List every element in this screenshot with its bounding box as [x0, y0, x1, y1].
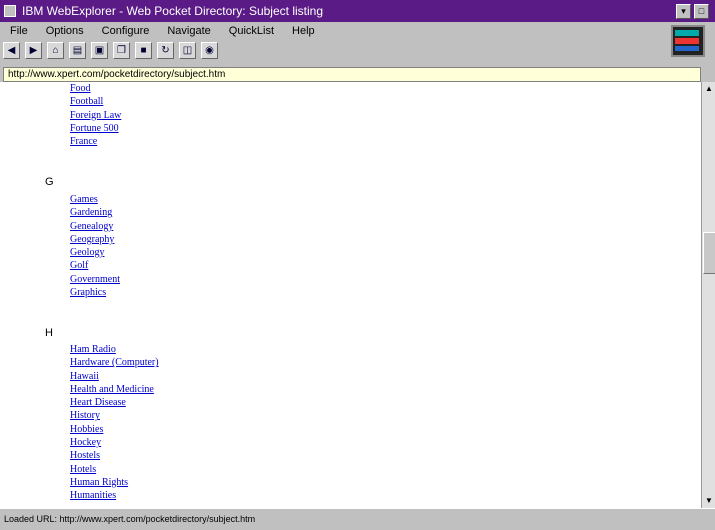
link-list-g: Games Gardening Genealogy Geography Geol… — [70, 193, 120, 299]
subject-link[interactable]: Human Rights — [70, 476, 159, 489]
toolbar: ◀ ▶ ⌂ ▤ ▣ ❐ ■ ↻ ◫ ◉ — [0, 39, 715, 61]
load-icon[interactable]: ◉ — [201, 41, 218, 59]
menu-navigate[interactable]: Navigate — [167, 25, 210, 37]
section-letter-g: G — [45, 176, 54, 188]
subject-link[interactable]: Food — [70, 82, 121, 95]
home-icon[interactable]: ⌂ — [47, 41, 64, 59]
subject-link[interactable]: Hawaii — [70, 370, 159, 383]
link-list-f: Food Football Foreign Law Fortune 500 Fr… — [70, 82, 121, 148]
subject-link[interactable]: Hobbies — [70, 423, 159, 436]
status-bar: Loaded URL: http://www.xpert.com/pocketd… — [0, 508, 715, 530]
subject-link[interactable]: Genealogy — [70, 220, 120, 233]
print-icon[interactable]: ▣ — [91, 41, 108, 59]
subject-link[interactable]: History — [70, 409, 159, 422]
back-icon[interactable]: ◀ — [3, 41, 20, 59]
menu-quicklist[interactable]: QuickList — [229, 25, 274, 37]
subject-link[interactable]: Gardening — [70, 206, 120, 219]
menu-file[interactable]: File — [10, 25, 28, 37]
bookmark-icon[interactable]: ▤ — [69, 41, 86, 59]
menu-bar: File Options Configure Navigate QuickLis… — [0, 22, 715, 39]
subject-link[interactable]: Hardware (Computer) — [70, 356, 159, 369]
subject-link[interactable]: Hotels — [70, 463, 159, 476]
window-title: IBM WebExplorer - Web Pocket Directory: … — [22, 4, 323, 18]
subject-link[interactable]: Games — [70, 193, 120, 206]
subject-link[interactable]: Foreign Law — [70, 109, 121, 122]
subject-link[interactable]: Health and Medicine — [70, 383, 159, 396]
subject-link[interactable]: Humanities — [70, 489, 159, 502]
browser-logo-icon — [671, 25, 705, 57]
section-letter-h: H — [45, 327, 53, 339]
subject-link[interactable]: Ham Radio — [70, 343, 159, 356]
title-bar: IBM WebExplorer - Web Pocket Directory: … — [0, 0, 715, 22]
menu-help[interactable]: Help — [292, 25, 315, 37]
scroll-up-icon[interactable]: ▲ — [702, 82, 715, 96]
page-content: Food Football Foreign Law Fortune 500 Fr… — [0, 82, 701, 508]
forward-icon[interactable]: ▶ — [25, 41, 42, 59]
menu-configure[interactable]: Configure — [102, 25, 150, 37]
subject-link[interactable]: France — [70, 135, 121, 148]
subject-link[interactable]: Geography — [70, 233, 120, 246]
subject-link[interactable]: Golf — [70, 259, 120, 272]
clone-icon[interactable]: ◫ — [179, 41, 196, 59]
system-menu-icon[interactable] — [4, 5, 16, 17]
subject-link[interactable]: Hostels — [70, 449, 159, 462]
subject-link[interactable]: Geology — [70, 246, 120, 259]
stop-icon[interactable]: ■ — [135, 41, 152, 59]
subject-link[interactable]: Fortune 500 — [70, 122, 121, 135]
subject-link[interactable]: Football — [70, 95, 121, 108]
subject-link[interactable]: Heart Disease — [70, 396, 159, 409]
scroll-thumb[interactable] — [703, 232, 715, 274]
subject-link[interactable]: Graphics — [70, 286, 120, 299]
maximize-button[interactable]: □ — [694, 3, 709, 19]
subject-link[interactable]: Hockey — [70, 436, 159, 449]
link-list-h: Ham Radio Hardware (Computer) Hawaii Hea… — [70, 343, 159, 503]
menu-options[interactable]: Options — [46, 25, 84, 37]
vertical-scrollbar[interactable]: ▲ ▼ — [701, 82, 715, 508]
refresh-icon[interactable]: ↻ — [157, 41, 174, 59]
copy-icon[interactable]: ❐ — [113, 41, 130, 59]
address-field[interactable]: http://www.xpert.com/pocketdirectory/sub… — [3, 67, 701, 82]
scroll-down-icon[interactable]: ▼ — [702, 494, 715, 508]
minimize-button[interactable]: ▾ — [676, 3, 691, 19]
subject-link[interactable]: Government — [70, 273, 120, 286]
